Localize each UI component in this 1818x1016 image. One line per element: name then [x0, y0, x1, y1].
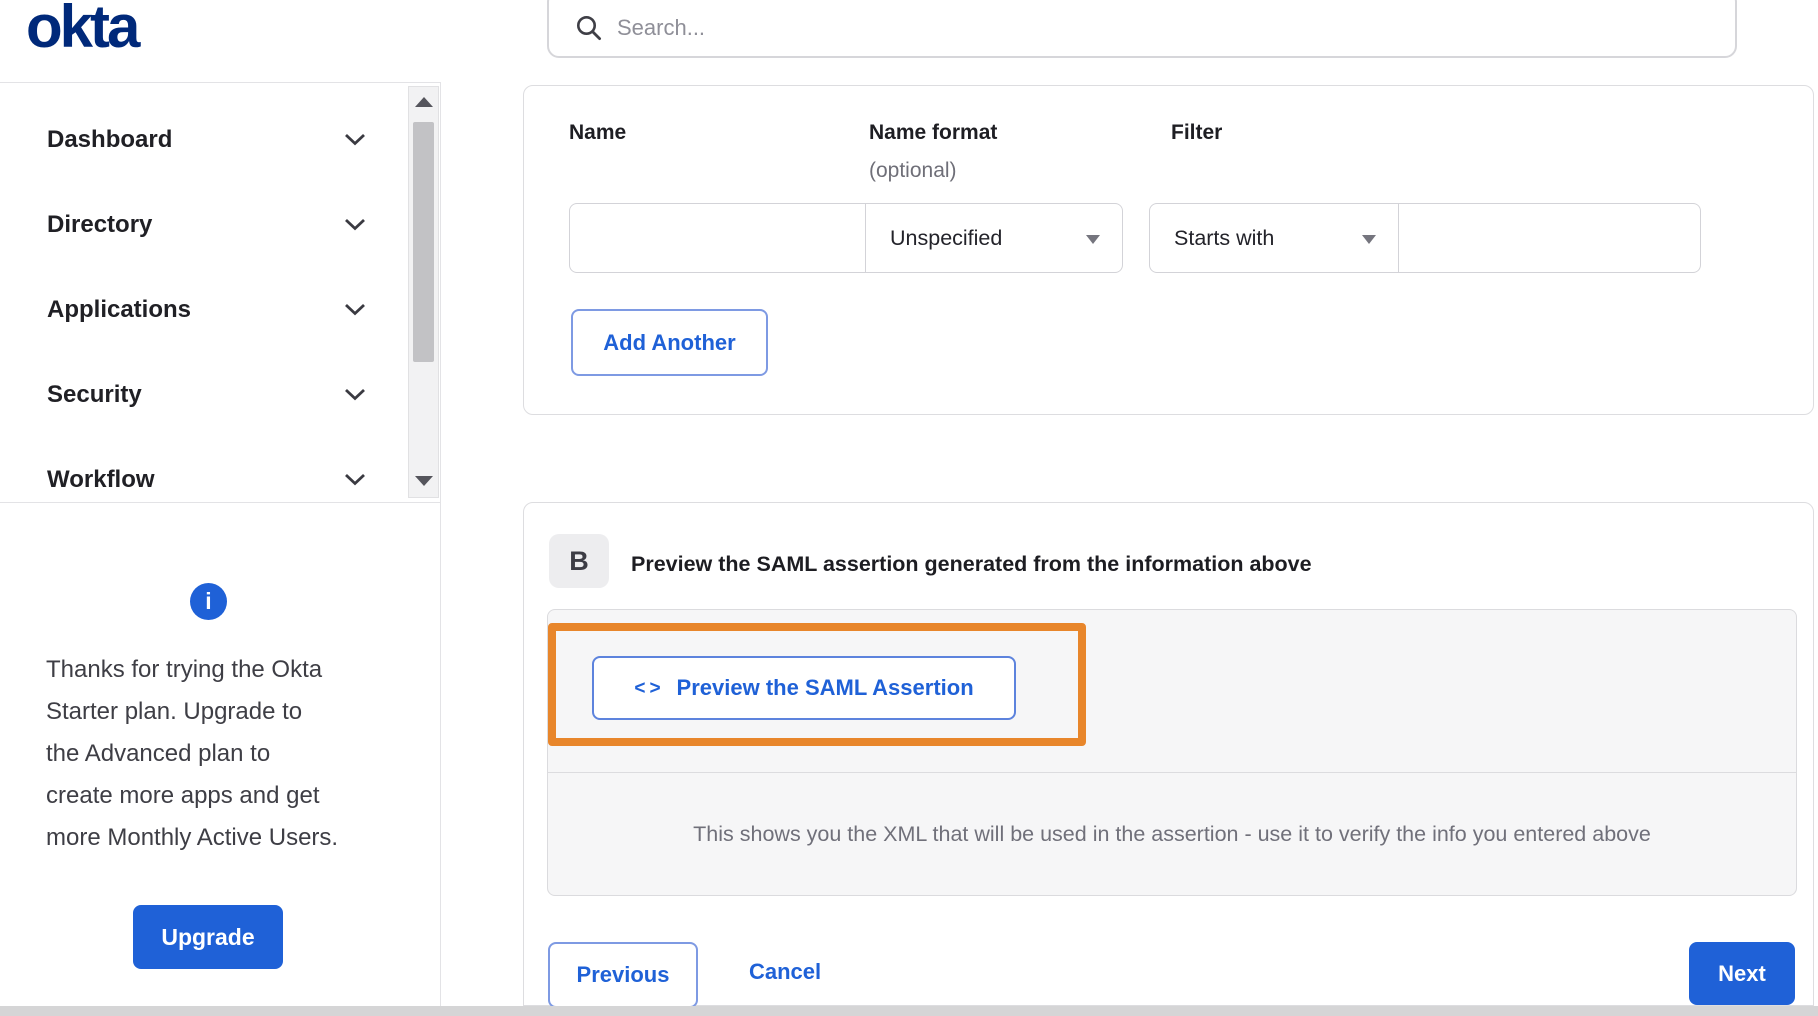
okta-logo[interactable]: okta: [26, 0, 140, 58]
upgrade-message-line: more Monthly Active Users.: [46, 824, 339, 851]
preview-panel: This shows you the XML that will be used…: [547, 609, 1797, 896]
select-caret-icon: [1362, 235, 1376, 244]
preview-button-label: Preview the SAML Assertion: [676, 675, 974, 700]
filter-column-header: Filter: [1171, 121, 1223, 144]
preview-saml-assertion-button[interactable]: <> Preview the SAML Assertion: [592, 656, 1016, 720]
next-button[interactable]: Next: [1689, 942, 1795, 1005]
upgrade-message-line: Thanks for trying the Okta: [46, 656, 323, 683]
chevron-down-icon: [345, 388, 365, 401]
preview-section-title: Preview the SAML assertion generated fro…: [631, 552, 1312, 576]
name-format-select[interactable]: Unspecified: [865, 203, 1123, 273]
preview-saml-card: B Preview the SAML assertion generated f…: [523, 502, 1814, 1008]
global-search[interactable]: [547, 0, 1737, 58]
attribute-statements-card: Name Name format (optional) Filter Unspe…: [523, 85, 1814, 415]
name-format-optional-note: (optional): [869, 159, 957, 182]
sidebar-item-dashboard[interactable]: Dashboard: [0, 97, 408, 182]
upgrade-message-line: Starter plan. Upgrade to: [46, 698, 303, 725]
sidebar-nav: Dashboard Directory Applications Securit…: [0, 82, 441, 503]
sidebar-item-label: Workflow: [47, 465, 155, 493]
name-format-selected-value: Unspecified: [890, 225, 1003, 250]
search-input[interactable]: [617, 15, 1715, 41]
sidebar-item-label: Applications: [47, 295, 192, 323]
sidebar-item-label: Dashboard: [47, 125, 173, 153]
chevron-down-icon: [345, 133, 365, 146]
code-icon: <>: [634, 678, 665, 699]
select-caret-icon: [1086, 235, 1100, 244]
viewport-bottom-strip: [0, 1006, 1818, 1016]
upgrade-message-line: the Advanced plan to: [46, 740, 271, 767]
chevron-down-icon: [345, 303, 365, 316]
scroll-down-icon[interactable]: [414, 476, 433, 486]
preview-description: This shows you the XML that will be used…: [693, 821, 1651, 846]
step-b-badge: B: [549, 534, 609, 588]
chevron-down-icon: [345, 473, 365, 486]
search-icon: [577, 16, 602, 41]
attribute-name-input[interactable]: [569, 203, 866, 273]
scrollbar-thumb[interactable]: [413, 122, 434, 362]
scroll-up-icon[interactable]: [414, 97, 433, 107]
chevron-down-icon: [345, 218, 365, 231]
upgrade-button[interactable]: Upgrade: [133, 905, 283, 969]
cancel-link[interactable]: Cancel: [749, 959, 821, 985]
filter-value-input[interactable]: [1398, 203, 1701, 273]
upgrade-promo-panel: i Thanks for trying the Okta Starter pla…: [0, 503, 441, 1006]
info-icon: i: [190, 583, 227, 620]
upgrade-message-line: create more apps and get: [46, 782, 320, 809]
name-format-column-header: Name format: [869, 121, 998, 144]
sidebar-item-applications[interactable]: Applications: [0, 267, 408, 352]
filter-type-select[interactable]: Starts with: [1149, 203, 1399, 273]
name-column-header: Name: [569, 121, 627, 144]
sidebar-item-directory[interactable]: Directory: [0, 182, 408, 267]
add-another-button[interactable]: Add Another: [571, 309, 768, 376]
sidebar-item-label: Security: [47, 380, 142, 408]
sidebar-scrollbar[interactable]: [408, 86, 439, 498]
okta-admin-console: okta Dashboard Directory Applications Se…: [0, 0, 1818, 1016]
sidebar-item-security[interactable]: Security: [0, 352, 408, 437]
filter-type-selected-value: Starts with: [1174, 225, 1275, 250]
upgrade-message: Thanks for trying the Okta Starter plan.…: [46, 649, 391, 859]
previous-button[interactable]: Previous: [548, 942, 698, 1008]
sidebar-item-label: Directory: [47, 210, 153, 238]
